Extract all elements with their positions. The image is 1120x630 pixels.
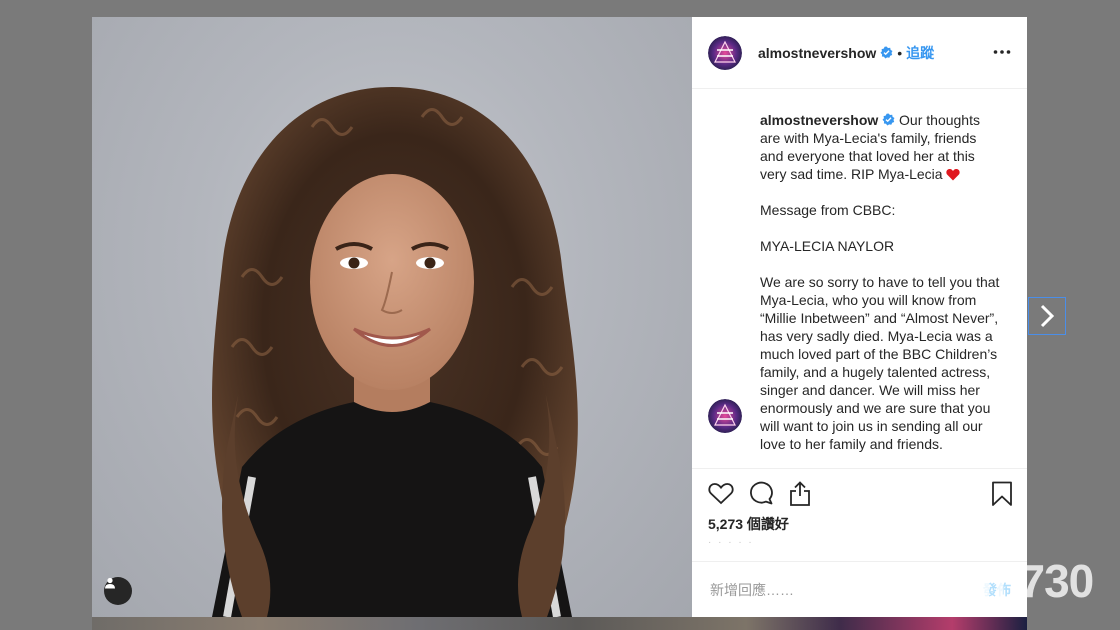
verified-badge-icon — [880, 46, 893, 59]
caption-username[interactable]: almostnevershow — [760, 112, 878, 128]
action-bar — [692, 468, 1027, 513]
comment-icon[interactable] — [748, 481, 774, 505]
comment-input[interactable] — [708, 581, 972, 599]
likes-count[interactable]: 5,273 個讚好 — [708, 514, 789, 534]
post-header: almostnevershow • 追蹤 — [692, 17, 1027, 89]
user-tag-icon — [105, 577, 115, 589]
comment-avatar[interactable] — [708, 399, 742, 433]
more-options-icon[interactable] — [993, 43, 1011, 61]
chevron-right-icon — [1040, 304, 1055, 328]
separator-dot: • — [897, 44, 903, 61]
header-username[interactable]: almostnevershow — [758, 45, 876, 61]
caption-paragraph-1: almostnevershow Our thoughts are with My… — [760, 111, 1000, 183]
share-icon[interactable] — [788, 481, 812, 507]
caption-paragraph-3: MYA-LECIA NAYLOR — [760, 238, 895, 254]
background-feed-strip — [92, 617, 1027, 630]
caption-paragraph-2: Message from CBBC: — [760, 202, 896, 218]
caption-paragraph-4: We are so sorry to have to tell you that… — [760, 274, 1000, 452]
brand-logo-icon — [708, 399, 742, 433]
post-modal: almostnevershow • 追蹤 almostnevershow Our… — [92, 17, 1027, 617]
heart-icon[interactable] — [708, 481, 734, 505]
watermark-subtext: am730.com.hk — [957, 574, 998, 583]
avatar[interactable] — [708, 35, 742, 70]
portrait-illustration — [212, 87, 578, 617]
post-photo[interactable] — [92, 17, 692, 617]
next-post-button[interactable] — [1028, 297, 1066, 335]
follow-button[interactable]: 追蹤 — [906, 43, 934, 63]
post-side-panel: almostnevershow • 追蹤 almostnevershow Our… — [692, 17, 1027, 617]
timestamp-faint: · · · · · — [708, 537, 754, 548]
watermark-logo: am730.com.hk am730 — [955, 558, 1094, 604]
verified-badge-icon — [882, 113, 895, 126]
caption-scroll-area[interactable]: almostnevershow Our thoughts are with My… — [692, 89, 1027, 467]
brand-logo-icon — [708, 35, 742, 70]
bookmark-icon[interactable] — [991, 481, 1013, 507]
user-tag-button[interactable] — [104, 577, 132, 605]
red-heart-emoji-icon — [946, 168, 961, 181]
post-caption: almostnevershow Our thoughts are with My… — [760, 111, 1000, 467]
